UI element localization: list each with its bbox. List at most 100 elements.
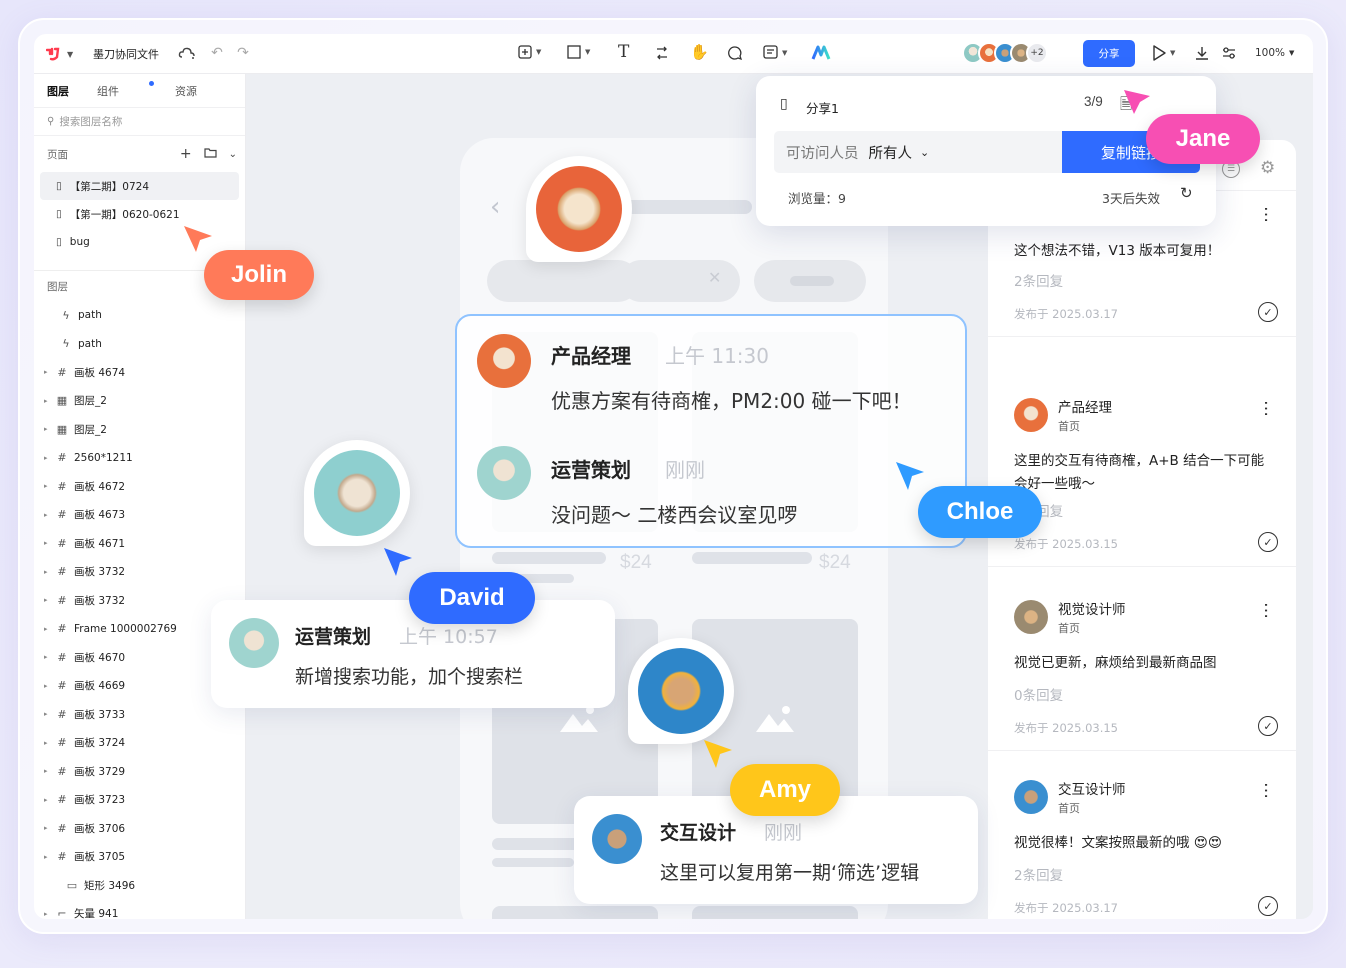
collaborator-avatar-cat xyxy=(304,440,410,546)
caret-right-icon[interactable]: ▸ xyxy=(44,710,54,718)
caret-right-icon[interactable]: ▸ xyxy=(44,739,54,747)
add-page-icon[interactable]: + xyxy=(180,146,192,162)
vector-icon: ⌐ xyxy=(57,907,67,919)
rectangle-tool[interactable]: ▼ xyxy=(567,45,590,59)
caret-right-icon[interactable]: ▸ xyxy=(44,682,54,690)
layer-item[interactable]: ▸ # 画板 4674 xyxy=(34,358,245,387)
layer-name: 画板 3705 xyxy=(74,851,126,864)
resolve-check-icon[interactable]: ✓ xyxy=(1258,302,1278,322)
comment-tool[interactable] xyxy=(727,45,743,61)
caret-right-icon[interactable]: ▸ xyxy=(44,482,54,490)
caret-right-icon[interactable]: ▸ xyxy=(44,425,54,433)
caret-right-icon[interactable]: ▸ xyxy=(44,397,54,405)
layer-name: Frame 1000002769 xyxy=(74,622,177,635)
caret-right-icon[interactable]: ▸ xyxy=(44,568,54,576)
document-title[interactable]: 墨刀协同文件 xyxy=(93,46,159,62)
resolve-check-icon[interactable]: ✓ xyxy=(1258,532,1278,552)
placeholder-bar xyxy=(790,276,834,286)
product-card-image xyxy=(692,906,858,919)
layer-item[interactable]: ▭ 矩形 3496 xyxy=(34,871,245,900)
connector-tool[interactable] xyxy=(654,45,670,61)
design-canvas[interactable]: ‹ ✕ $24 $24 ☰ ⚙ … 这个想法不错，V13 版本可复用！ 2条回复 发布… xyxy=(184,74,1313,919)
layer-name: 矩形 3496 xyxy=(84,879,136,892)
ai-icon[interactable] xyxy=(811,45,831,61)
zoom-dropdown[interactable]: 100% ▼ xyxy=(1255,47,1294,59)
layer-item[interactable]: ▸ # 画板 4672 xyxy=(34,472,245,501)
refresh-icon[interactable]: ↻ xyxy=(1180,184,1193,202)
reply-count[interactable]: 2条回复 xyxy=(1014,270,1063,290)
undo-icon[interactable]: ↶ xyxy=(209,45,225,61)
insert-tool[interactable]: ▼ xyxy=(518,45,541,59)
layer-item[interactable]: ϟ path xyxy=(34,301,245,330)
layer-item[interactable]: ϟ path xyxy=(34,330,245,359)
layer-item[interactable]: ▸ # 画板 3733 xyxy=(34,700,245,729)
moda-logo[interactable]: ▼ xyxy=(46,45,76,63)
cloud-sync-icon[interactable] xyxy=(178,44,196,62)
comment-card[interactable]: 视觉设计师 首页 … 视觉已更新，麻烦给到最新商品图 0条回复 发布于 2025.03.1… xyxy=(988,584,1296,754)
collaborator-avatars[interactable]: +2 xyxy=(962,42,1048,64)
caret-right-icon[interactable]: ▸ xyxy=(44,511,54,519)
caret-right-icon[interactable]: ▸ xyxy=(44,767,54,775)
layer-item[interactable]: ▸ # 画板 3723 xyxy=(34,786,245,815)
layer-item[interactable]: ▸ # 画板 3732 xyxy=(34,558,245,587)
layer-search[interactable]: ⚲ 搜索图层名称 xyxy=(34,108,245,136)
reply-count[interactable]: 0条回复 xyxy=(1014,684,1063,704)
more-icon[interactable]: … xyxy=(1260,400,1280,417)
caret-right-icon[interactable]: ▸ xyxy=(44,824,54,832)
chat-time: 刚刚 xyxy=(764,822,803,844)
layer-item[interactable]: ▸ # 画板 3729 xyxy=(34,757,245,786)
more-icon[interactable]: … xyxy=(1260,782,1280,799)
caret-right-icon[interactable]: ▸ xyxy=(44,596,54,604)
more-collaborators-count[interactable]: +2 xyxy=(1026,42,1048,64)
more-icon[interactable]: … xyxy=(1260,602,1280,619)
caret-right-icon[interactable]: ▸ xyxy=(44,853,54,861)
tab-components[interactable]: 组件 xyxy=(97,80,154,99)
chat-time: 上午 10:57 xyxy=(399,626,498,648)
access-value: 所有人 xyxy=(868,145,913,162)
layer-item[interactable]: ▸ # 画板 3724 xyxy=(34,729,245,758)
comment-card[interactable]: 交互设计师 首页 … 视觉很棒！文案按照最新的哦 😍😍 2条回复 发布于 2025.03.… xyxy=(988,764,1296,919)
caret-right-icon[interactable]: ▸ xyxy=(44,454,54,462)
caret-right-icon[interactable]: ▸ xyxy=(44,653,54,661)
caret-right-icon[interactable]: ▸ xyxy=(44,539,54,547)
layer-name: 画板 4672 xyxy=(74,480,126,493)
folder-icon[interactable] xyxy=(204,146,217,162)
reply-count[interactable]: 2条回复 xyxy=(1014,864,1063,884)
collaborator-avatar-corgi xyxy=(628,638,734,744)
tab-assets[interactable]: 资源 xyxy=(175,83,197,99)
layer-item[interactable]: ▸ # 画板 4671 xyxy=(34,529,245,558)
text-tool[interactable]: T xyxy=(618,42,629,62)
layer-item[interactable]: ▸ ▦ 图层_2 xyxy=(34,415,245,444)
more-icon[interactable]: … xyxy=(1260,206,1280,223)
page-item[interactable]: ▯ 【第二期】0724 xyxy=(40,172,239,200)
frame-icon: # xyxy=(57,736,67,750)
layer-item[interactable]: ▸ # 画板 3705 xyxy=(34,843,245,872)
redo-icon[interactable]: ↷ xyxy=(235,45,251,61)
settings-sliders-icon[interactable] xyxy=(1221,45,1237,61)
layer-item[interactable]: ▸ # 画板 3706 xyxy=(34,814,245,843)
layer-item[interactable]: ▸ #2560*1211 xyxy=(34,444,245,473)
caret-right-icon[interactable]: ▸ xyxy=(44,796,54,804)
tab-layers[interactable]: 图层 xyxy=(47,83,69,99)
layers-label: 图层 xyxy=(47,280,68,293)
resolve-check-icon[interactable]: ✓ xyxy=(1258,896,1278,916)
layer-item[interactable]: ▸ # 画板 4673 xyxy=(34,501,245,530)
hand-tool[interactable]: ✋ xyxy=(690,43,709,61)
resolve-check-icon[interactable]: ✓ xyxy=(1258,716,1278,736)
share-button[interactable]: 分享 xyxy=(1083,40,1135,67)
preview-button[interactable]: ▼ xyxy=(1152,45,1175,61)
caret-right-icon[interactable]: ▸ xyxy=(44,368,54,376)
comment-text: 这个想法不错，V13 版本可复用！ xyxy=(1014,243,1221,259)
search-input[interactable]: 搜索图层名称 xyxy=(59,114,122,129)
download-icon[interactable] xyxy=(1194,45,1210,61)
caret-right-icon[interactable]: ▸ xyxy=(44,910,54,918)
layer-item[interactable]: ▸ ▦ 图层_2 xyxy=(34,387,245,416)
chat-message: 新增搜索功能，加个搜索栏 xyxy=(295,666,524,688)
access-selector[interactable]: 可访问人员 所有人 ⌄ xyxy=(774,131,1064,173)
chat-author: 运营策划 xyxy=(551,458,631,482)
chevron-down-icon[interactable]: ⌄ xyxy=(229,149,237,160)
caret-right-icon[interactable]: ▸ xyxy=(44,625,54,633)
image-icon: ▦ xyxy=(56,422,68,436)
note-tool[interactable]: ▼ xyxy=(763,45,787,60)
layer-item[interactable]: ▸ ⌐ 矢量 941 xyxy=(34,900,245,919)
